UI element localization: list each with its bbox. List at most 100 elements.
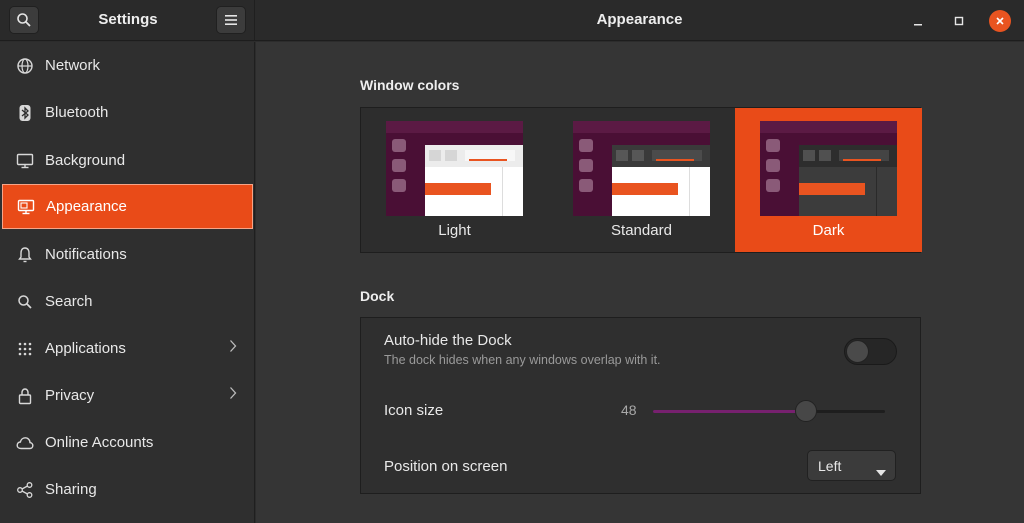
preview-window [612, 145, 710, 216]
preview-window [425, 145, 523, 216]
preview-divider [876, 167, 877, 216]
position-label: Position on screen [384, 458, 508, 475]
minimize-icon [914, 24, 922, 26]
network-icon [15, 56, 35, 76]
close-icon [996, 17, 1004, 25]
preview-topbar [573, 121, 710, 133]
sidebar-item-label: Network [45, 57, 101, 74]
theme-preview-light [386, 121, 523, 216]
chevron-right-icon [229, 339, 237, 358]
minimize-button[interactable] [907, 10, 929, 32]
preview-dock-dot [766, 179, 780, 192]
theme-option-light[interactable]: Light [361, 108, 548, 252]
sidebar-item-appearance[interactable]: Appearance [2, 184, 253, 229]
chevron-right-icon [229, 386, 237, 405]
preview-dock-dot [579, 159, 593, 172]
sidebar-item-label: Appearance [46, 198, 127, 215]
icon-size-label: Icon size [384, 402, 444, 419]
sidebar-item-label: Search [45, 293, 93, 310]
preview-button [616, 150, 628, 161]
bluetooth-icon [15, 103, 35, 123]
sidebar: Network Bluetooth Background Appearance … [0, 42, 255, 523]
sidebar-item-label: Notifications [45, 246, 127, 263]
theme-preview-standard [573, 121, 710, 216]
icon-size-slider-track[interactable] [653, 410, 885, 413]
search-button[interactable] [9, 6, 39, 34]
preview-selection [425, 183, 491, 195]
sidebar-item-bluetooth[interactable]: Bluetooth [2, 90, 253, 135]
position-dropdown[interactable]: Left [807, 450, 896, 481]
sidebar-item-privacy[interactable]: Privacy [2, 373, 253, 418]
preview-dock-dot [392, 139, 406, 152]
sidebar-item-label: Background [45, 152, 126, 169]
search-icon [17, 13, 31, 27]
settings-title: Settings [98, 11, 158, 28]
sidebar-item-notifications[interactable]: Notifications [2, 232, 253, 277]
appearance-icon [16, 197, 36, 217]
dock-settings-group: Auto-hide the Dock The dock hides when a… [360, 317, 921, 494]
theme-label-light: Light [438, 222, 471, 239]
preview-divider [689, 167, 690, 216]
position-dropdown-value: Left [818, 458, 842, 474]
window-colors-group: Light Standard Dark [360, 107, 922, 253]
bell-icon [15, 245, 35, 265]
preview-dock-dot [766, 139, 780, 152]
preview-tab-underline [656, 159, 694, 161]
preview-window [799, 145, 897, 216]
dropdown-arrow-icon [876, 463, 886, 481]
apps-grid-icon [15, 339, 35, 359]
sidebar-item-background[interactable]: Background [2, 138, 253, 183]
sidebar-item-label: Applications [45, 340, 126, 357]
preview-dock-dot [766, 159, 780, 172]
preview-dock-dot [392, 179, 406, 192]
autohide-label: Auto-hide the Dock [384, 332, 512, 349]
preview-tab-underline [843, 159, 881, 161]
theme-option-standard[interactable]: Standard [548, 108, 735, 252]
share-icon [15, 480, 35, 500]
preview-dock-dot [392, 159, 406, 172]
icon-size-slider-fill [653, 410, 806, 413]
search-icon [15, 292, 35, 312]
preview-button [429, 150, 441, 161]
lock-icon [15, 386, 35, 406]
toggle-knob [846, 340, 869, 363]
window-colors-heading: Window colors [360, 77, 460, 93]
sidebar-item-label: Bluetooth [45, 104, 109, 121]
sidebar-item-label: Privacy [45, 387, 95, 404]
preview-headerbar [799, 145, 897, 167]
icon-size-slider-handle[interactable] [795, 400, 817, 422]
sidebar-headerbar: Settings [0, 0, 255, 41]
sidebar-item-label: Online Accounts [45, 434, 154, 451]
sidebar-item-search[interactable]: Search [2, 279, 253, 324]
sidebar-item-label: Sharing [45, 481, 97, 498]
preview-dock-dot [579, 139, 593, 152]
hamburger-icon [225, 15, 237, 25]
close-button[interactable] [989, 10, 1011, 32]
preview-headerbar [425, 145, 523, 167]
preview-button [819, 150, 831, 161]
autohide-description: The dock hides when any windows overlap … [384, 353, 661, 367]
icon-size-value: 48 [621, 402, 637, 418]
preview-divider [502, 167, 503, 216]
theme-label-standard: Standard [611, 222, 672, 239]
sidebar-item-online-accounts[interactable]: Online Accounts [2, 420, 253, 465]
preview-button [803, 150, 815, 161]
theme-option-dark[interactable]: Dark [735, 108, 922, 252]
sidebar-item-network[interactable]: Network [2, 43, 253, 88]
sidebar-item-sharing[interactable]: Sharing [2, 467, 253, 512]
preview-dock-dot [579, 179, 593, 192]
cloud-icon [15, 433, 35, 453]
preview-headerbar [612, 145, 710, 167]
preview-button [632, 150, 644, 161]
theme-preview-dark [760, 121, 897, 216]
display-icon [15, 151, 35, 171]
preview-button [445, 150, 457, 161]
sidebar-item-applications[interactable]: Applications [2, 326, 253, 371]
preview-topbar [386, 121, 523, 133]
autohide-toggle[interactable] [844, 338, 897, 365]
preview-topbar [760, 121, 897, 133]
preview-selection [799, 183, 865, 195]
menu-button[interactable] [216, 6, 246, 34]
dock-heading: Dock [360, 288, 395, 304]
maximize-button[interactable] [948, 10, 970, 32]
